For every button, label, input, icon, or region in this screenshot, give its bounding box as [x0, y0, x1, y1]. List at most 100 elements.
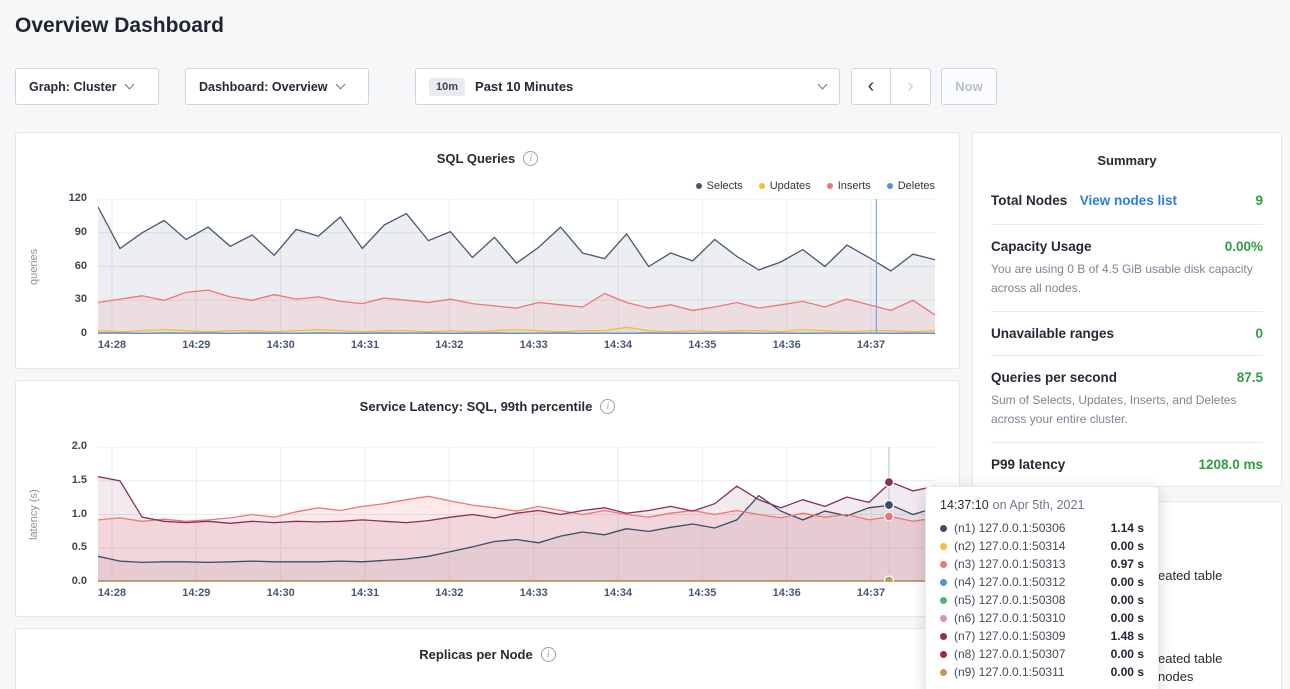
summary-label: P99 latency — [991, 457, 1065, 472]
summary-label: Total Nodes — [991, 193, 1067, 208]
info-icon[interactable]: i — [523, 151, 538, 166]
tooltip-header: 14:37:10 on Apr 5th, 2021 — [940, 498, 1144, 512]
node-color-dot-icon — [940, 669, 947, 676]
tooltip-node-label: (n4) 127.0.0.1:50312 — [954, 575, 1104, 589]
chevron-down-icon — [335, 80, 345, 90]
summary-title: Summary — [991, 133, 1263, 178]
summary-label: Queries per second — [991, 370, 1117, 385]
info-icon[interactable]: i — [541, 647, 556, 662]
dashboard-dropdown-label: Dashboard: Overview — [199, 80, 328, 94]
x-tick-label: 14:28 — [98, 587, 126, 599]
summary-value: 87.5 — [1237, 370, 1263, 385]
chart-tooltip: 14:37:10 on Apr 5th, 2021 (n1) 127.0.0.1:… — [925, 486, 1159, 689]
summary-row-queries-per-second: Queries per second 87.5 Sum of Selects, … — [991, 356, 1263, 443]
tooltip-node-label: (n2) 127.0.0.1:50314 — [954, 539, 1104, 553]
node-color-dot-icon — [940, 561, 947, 568]
tooltip-node-value: 0.00 s — [1111, 611, 1144, 625]
summary-value: 0.00% — [1225, 239, 1263, 254]
tooltip-node-value: 1.14 s — [1111, 521, 1144, 535]
time-prev-button[interactable]: ‹ — [851, 68, 891, 105]
node-color-dot-icon — [940, 633, 947, 640]
node-color-dot-icon — [940, 525, 947, 532]
x-tick-label: 14:29 — [182, 339, 210, 351]
view-nodes-list-link[interactable]: View nodes list — [1080, 193, 1177, 208]
node-color-dot-icon — [940, 579, 947, 586]
x-tick-label: 14:30 — [267, 339, 295, 351]
tooltip-node-value: 1.48 s — [1111, 629, 1144, 643]
node-color-dot-icon — [940, 615, 947, 622]
summary-value: 0 — [1255, 326, 1263, 341]
legend-dot-icon — [887, 183, 893, 189]
event-text-fragment: nodes — [1158, 669, 1193, 684]
summary-label: Unavailable ranges — [991, 326, 1114, 341]
tooltip-row: (n3) 127.0.0.1:50313 0.97 s — [940, 555, 1144, 573]
legend-label: Updates — [770, 180, 811, 192]
chart-plot[interactable] — [98, 447, 935, 582]
x-axis-labels: 14:2814:2914:3014:3114:3214:3314:3414:35… — [98, 334, 935, 358]
legend-dot-icon — [827, 183, 833, 189]
tooltip-node-value: 0.97 s — [1111, 557, 1144, 571]
dashboard-dropdown[interactable]: Dashboard: Overview — [185, 68, 369, 105]
tooltip-node-label: (n6) 127.0.0.1:50310 — [954, 611, 1104, 625]
tooltip-node-label: (n8) 127.0.0.1:50307 — [954, 647, 1104, 661]
page-title: Overview Dashboard — [15, 14, 1290, 38]
summary-value: 9 — [1255, 193, 1263, 208]
summary-row-total-nodes: Total Nodes View nodes list 9 — [991, 178, 1263, 225]
time-next-button[interactable]: › — [891, 68, 931, 105]
x-tick-label: 14:31 — [351, 587, 379, 599]
now-button[interactable]: Now — [941, 68, 997, 105]
x-tick-label: 14:31 — [351, 339, 379, 351]
chart-legend: Selects Updates Inserts Deletes — [98, 167, 935, 199]
chart-legend — [98, 415, 935, 447]
summary-row-capacity-usage: Capacity Usage 0.00% You are using 0 B o… — [991, 225, 1263, 312]
event-text-fragment: eated table — [1158, 568, 1222, 583]
tooltip-row: (n4) 127.0.0.1:50312 0.00 s — [940, 573, 1144, 591]
chart-title: Service Latency: SQL, 99th percentile — [360, 399, 593, 414]
legend-item-inserts[interactable]: Inserts — [827, 180, 871, 192]
legend-item-updates[interactable]: Updates — [759, 180, 811, 192]
tooltip-node-value: 0.00 s — [1111, 539, 1144, 553]
legend-item-selects[interactable]: Selects — [696, 180, 743, 192]
x-tick-label: 14:32 — [435, 587, 463, 599]
dashboard-controls: Graph: Cluster Dashboard: Overview 10m P… — [15, 68, 1290, 105]
summary-label: Capacity Usage — [991, 239, 1092, 254]
x-tick-label: 14:36 — [773, 339, 801, 351]
tooltip-row: (n9) 127.0.0.1:50311 0.00 s — [940, 663, 1144, 681]
node-color-dot-icon — [940, 597, 947, 604]
x-axis-labels: 14:2814:2914:3014:3114:3214:3314:3414:35… — [98, 582, 935, 606]
tooltip-time: 14:37:10 — [940, 498, 989, 512]
summary-row-p99-latency: P99 latency 1208.0 ms — [991, 443, 1263, 486]
summary-panel: Summary Total Nodes View nodes list 9 Ca… — [972, 132, 1282, 487]
chart-plot[interactable] — [98, 199, 935, 334]
chart-title: SQL Queries — [437, 151, 516, 166]
legend-dot-icon — [696, 183, 702, 189]
legend-item-deletes[interactable]: Deletes — [887, 180, 935, 192]
x-tick-label: 14:33 — [520, 339, 548, 351]
x-tick-label: 14:33 — [520, 587, 548, 599]
chart-panel-service-latency: Service Latency: SQL, 99th percentile i … — [15, 380, 960, 617]
tooltip-row: (n1) 127.0.0.1:50306 1.14 s — [940, 519, 1144, 537]
tooltip-node-value: 0.00 s — [1111, 665, 1144, 679]
node-color-dot-icon — [940, 651, 947, 658]
info-icon[interactable]: i — [600, 399, 615, 414]
tooltip-row: (n2) 127.0.0.1:50314 0.00 s — [940, 537, 1144, 555]
charts-column: SQL Queries i Selects Updates Inserts Delet… — [15, 132, 960, 689]
chevron-down-icon — [124, 80, 134, 90]
summary-subtext: You are using 0 B of 4.5 GiB usable disk… — [991, 260, 1263, 297]
x-tick-label: 14:35 — [688, 339, 716, 351]
tooltip-node-label: (n1) 127.0.0.1:50306 — [954, 521, 1104, 535]
legend-label: Inserts — [838, 180, 871, 192]
tooltip-date: on Apr 5th, 2021 — [993, 498, 1085, 512]
tooltip-node-value: 0.00 s — [1111, 575, 1144, 589]
time-range-badge: 10m — [429, 78, 465, 96]
y-axis-title: latency (s) — [28, 447, 40, 582]
graph-dropdown[interactable]: Graph: Cluster — [15, 68, 159, 105]
time-range-picker[interactable]: 10m Past 10 Minutes — [415, 68, 840, 105]
tooltip-node-value: 0.00 s — [1111, 593, 1144, 607]
x-tick-label: 14:34 — [604, 339, 632, 351]
tooltip-row: (n5) 127.0.0.1:503080.00 s — [940, 591, 1144, 609]
tooltip-node-label: (n3) 127.0.0.1:50313 — [954, 557, 1104, 571]
tooltip-node-label: (n9) 127.0.0.1:50311 — [954, 665, 1104, 679]
graph-dropdown-label: Graph: Cluster — [29, 80, 117, 94]
chart-panel-sql-queries: SQL Queries i Selects Updates Inserts Delet… — [15, 132, 960, 369]
